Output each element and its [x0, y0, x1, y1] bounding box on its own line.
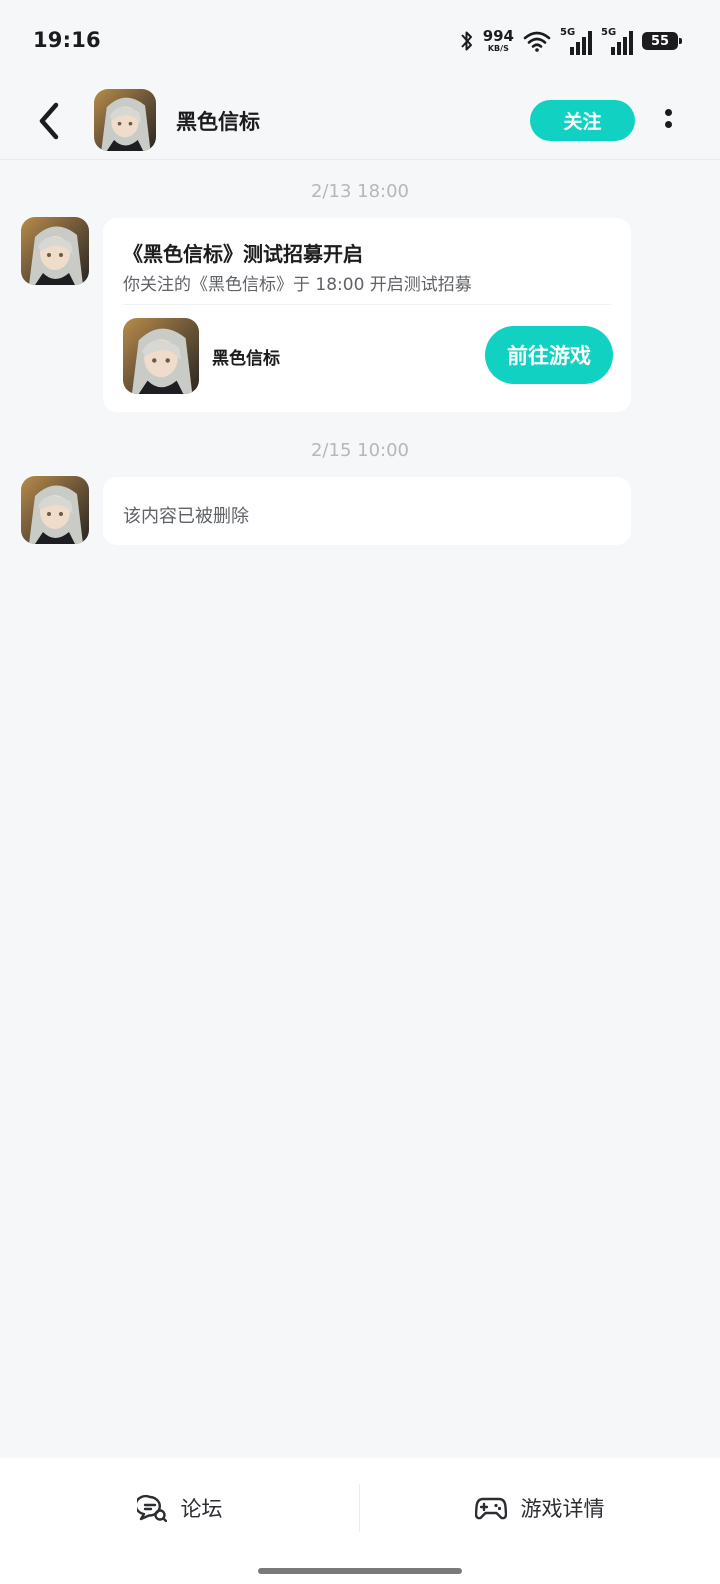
message-card: 《黑色信标》测试招募开启 你关注的《黑色信标》于 18:00 开启测试招募 黑色… — [103, 218, 631, 412]
back-arrow-icon — [39, 102, 59, 140]
game-icon[interactable] — [123, 318, 199, 394]
game-details-tab-label: 游戏详情 — [520, 1497, 605, 1521]
battery-level: 55 — [650, 33, 670, 49]
forum-chat-icon — [136, 1494, 167, 1522]
more-button[interactable] — [660, 104, 676, 140]
deleted-message-text: 该内容已被删除 — [123, 506, 249, 527]
net-speed-value: 994 — [482, 27, 514, 45]
home-indicator[interactable] — [258, 1568, 462, 1574]
message-card: 该内容已被删除 — [103, 477, 631, 545]
status-bar: 19:16 994 KB/S 5G 5G 55 — [0, 0, 720, 84]
go-to-game-button[interactable]: 前往游戏 — [485, 326, 613, 384]
header-game-avatar[interactable] — [94, 89, 156, 151]
message-title: 《黑色信标》测试招募开启 — [123, 242, 363, 266]
top-nav-bar: 黑色信标 关注 — [0, 84, 720, 160]
page-title: 黑色信标 — [176, 110, 260, 134]
bluetooth-icon — [460, 31, 472, 51]
message-description: 你关注的《黑色信标》于 18:00 开启测试招募 — [123, 275, 472, 295]
sender-avatar[interactable] — [21, 217, 89, 285]
follow-button[interactable]: 关注 — [530, 100, 635, 141]
sender-avatar[interactable] — [21, 476, 89, 544]
status-icons: 994 KB/S 5G 5G 55 — [460, 26, 682, 56]
more-vertical-icon — [660, 109, 676, 128]
game-name: 黑色信标 — [212, 349, 280, 369]
bottom-action-bar: 论坛 游戏详情 — [0, 1458, 720, 1584]
back-button[interactable] — [34, 100, 64, 142]
battery-icon: 55 — [642, 32, 682, 50]
gamepad-icon — [474, 1497, 507, 1520]
message-timestamp: 2/13 18:00 — [310, 181, 409, 202]
message-timestamp: 2/15 10:00 — [310, 440, 409, 461]
forum-tab[interactable]: 论坛 — [0, 1458, 359, 1558]
game-details-tab[interactable]: 游戏详情 — [360, 1458, 719, 1558]
status-time: 19:16 — [33, 28, 101, 52]
wifi-icon — [523, 31, 551, 52]
net-speed-unit: KB/S — [487, 44, 509, 53]
net-speed: 994 KB/S — [483, 29, 514, 53]
forum-tab-label: 论坛 — [180, 1497, 223, 1521]
card-divider — [123, 304, 611, 305]
signal-icon: 5G — [560, 27, 592, 55]
signal-icon: 5G — [601, 27, 633, 55]
